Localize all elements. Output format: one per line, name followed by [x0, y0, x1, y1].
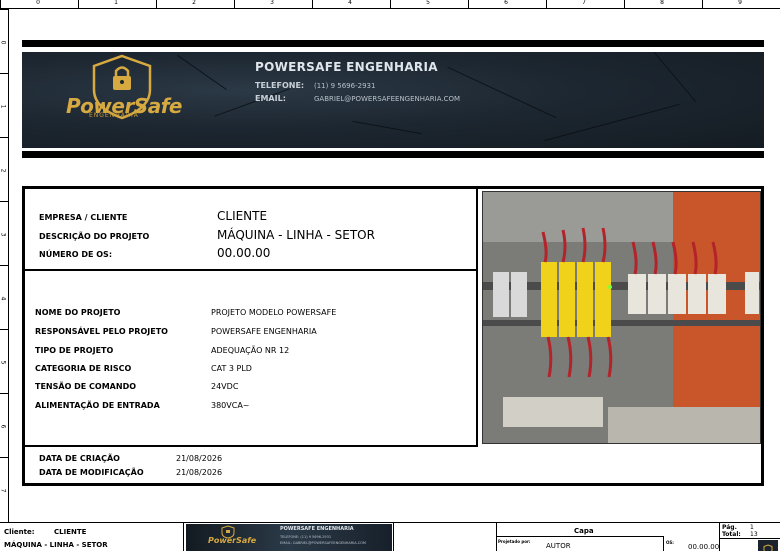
risk-category-label: CATEGORIA DE RISCO	[35, 364, 132, 373]
project-type-value: ADEQUAÇÃO NR 12	[211, 346, 290, 355]
row-ruler: 0 1 2 3 4 5 6 7	[0, 9, 9, 522]
company-label: EMPRESA / CLIENTE	[39, 213, 128, 222]
total-label: Total:	[722, 531, 741, 538]
sheet-title: Capa	[574, 527, 594, 535]
logo-subtitle: ENGENHARIA	[89, 112, 139, 119]
header-bottom-bar	[22, 151, 764, 158]
document-sheet: 0 1 2 3 4 5 6 7 8 9 0 1 2 3 4 5 6 7 Powe…	[0, 0, 780, 551]
command-voltage-label: TENSÃO DE COMANDO	[35, 382, 137, 391]
ruler-row-1: 1	[0, 104, 7, 109]
ruler-col-9: 9	[738, 0, 742, 6]
page-label: Pág.	[722, 524, 737, 531]
footer-os-label: OS:	[666, 540, 674, 545]
corner-shield-icon	[763, 544, 773, 551]
title-block: Cliente: CLIENTE MÁQUINA - LINHA - SETOR…	[0, 522, 780, 551]
footer-client-cell: Cliente: CLIENTE MÁQUINA - LINHA - SETOR	[0, 523, 184, 551]
creation-date-value: 21/08/2026	[176, 454, 223, 463]
ruler-col-1: 1	[114, 0, 118, 6]
designer-value: AUTOR	[546, 542, 571, 550]
ruler-row-0: 0	[0, 40, 7, 45]
ruler-col-0: 0	[36, 0, 40, 6]
command-voltage-value: 24VDC	[211, 382, 239, 391]
project-type-label: TIPO DE PROJETO	[35, 346, 114, 355]
company-value: CLIENTE	[217, 209, 268, 223]
ruler-col-5: 5	[426, 0, 430, 6]
footer-machine-value: MÁQUINA - LINHA - SETOR	[4, 541, 108, 549]
footer-divider-2	[496, 523, 497, 551]
company-name: POWERSAFE ENGENHARIA	[255, 60, 438, 74]
ruler-row-6: 6	[0, 424, 7, 429]
modification-date-label: DATA DE MODIFICAÇÃO	[39, 468, 144, 477]
ruler-row-7: 7	[0, 488, 7, 493]
mini-email: EMAIL: GABRIEL@POWERSAFEENGENHARIA.COM	[280, 541, 366, 545]
mini-phone: TELEFONE: (11) 9 5696-2931	[280, 535, 332, 539]
column-ruler: 0 1 2 3 4 5 6 7 8 9	[0, 0, 780, 9]
footer-page-cell: Pág. 1 Total: 13	[720, 523, 780, 539]
responsible-value: POWERSAFE ENGENHARIA	[211, 327, 317, 336]
phone-value: (11) 9 5696-2931	[314, 82, 376, 90]
creation-date-label: DATA DE CRIAÇÃO	[39, 454, 120, 463]
client-block: EMPRESA / CLIENTE CLIENTE DESCRIÇÃO DO P…	[25, 189, 478, 271]
ruler-col-8: 8	[660, 0, 664, 6]
ruler-col-2: 2	[192, 0, 196, 6]
email-label: EMAIL:	[255, 94, 286, 103]
electrical-panel-photo	[482, 191, 761, 444]
modification-date-value: 21/08/2026	[176, 468, 223, 477]
ruler-col-3: 3	[270, 0, 274, 6]
phone-label: TELEFONE:	[255, 81, 305, 90]
header-top-bar	[22, 40, 764, 47]
footer-designer-cell: Projetado por: AUTOR	[496, 537, 664, 551]
ruler-col-4: 4	[348, 0, 352, 6]
ruler-col-6: 6	[504, 0, 508, 6]
mini-company-name: POWERSAFE ENGENHARIA	[280, 526, 354, 532]
mini-logo-wordmark: PowerSafe	[208, 536, 257, 545]
company-banner: PowerSafe ENGENHARIA POWERSAFE ENGENHARI…	[22, 52, 764, 148]
footer-client-value: CLIENTE	[54, 528, 87, 536]
project-name-value: PROJETO MODELO POWERSAFE	[211, 308, 337, 317]
footer-divider	[393, 523, 394, 551]
footer-corner-logo	[758, 540, 778, 551]
description-value: MÁQUINA - LINHA - SETOR	[217, 228, 375, 242]
ruler-row-2: 2	[0, 168, 7, 173]
responsible-label: RESPONSÁVEL PELO PROJETO	[35, 327, 168, 336]
description-label: DESCRIÇÃO DO PROJETO	[39, 232, 150, 241]
footer-client-label: Cliente:	[4, 528, 35, 536]
ruler-row-5: 5	[0, 360, 7, 365]
designer-label: Projetado por:	[498, 539, 531, 544]
risk-category-value: CAT 3 PLD	[211, 364, 252, 373]
total-value: 13	[750, 531, 758, 538]
ruler-row-4: 4	[0, 296, 7, 301]
os-value: 00.00.00	[217, 246, 271, 260]
footer-os-cell: OS: 00.00.00	[664, 523, 720, 551]
page-value: 1	[750, 524, 754, 531]
ruler-col-7: 7	[582, 0, 586, 6]
footer-mini-banner: PowerSafe POWERSAFE ENGENHARIA TELEFONE:…	[186, 524, 392, 551]
ruler-row-3: 3	[0, 232, 7, 237]
email-value: GABRIEL@POWERSAFEENGENHARIA.COM	[314, 95, 461, 103]
os-label: NÚMERO DE OS:	[39, 250, 113, 259]
input-supply-value: 380VCA~	[211, 401, 250, 410]
project-name-label: NOME DO PROJETO	[35, 308, 121, 317]
footer-sheet-title-cell: Capa	[496, 523, 664, 537]
project-details-block: NOME DO PROJETO PROJETO MODELO POWERSAFE…	[25, 271, 478, 447]
input-supply-label: ALIMENTAÇÃO DE ENTRADA	[35, 401, 160, 410]
footer-os-value: 00.00.00	[688, 543, 720, 551]
